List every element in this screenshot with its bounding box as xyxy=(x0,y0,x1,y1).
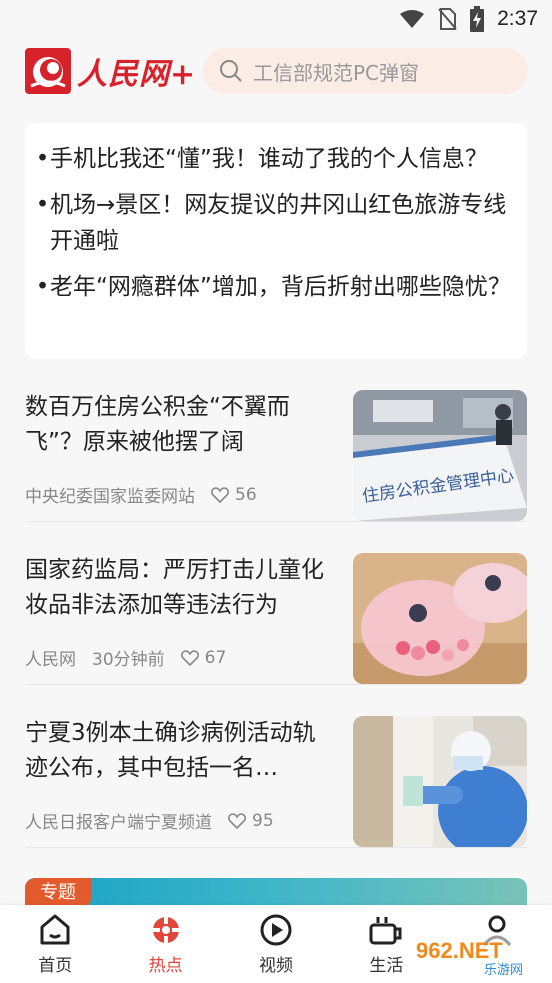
news-thumbnail[interactable]: 住房公积金管理中心 xyxy=(353,390,527,521)
news-source: 人民日报客户端宁夏频道 xyxy=(25,813,212,833)
heart-icon xyxy=(228,812,246,829)
news-source: 人民网 xyxy=(25,650,76,670)
logo-mark-icon xyxy=(25,48,71,94)
like-number: 56 xyxy=(235,484,257,505)
video-icon xyxy=(260,914,292,946)
no-sim-icon xyxy=(438,8,457,30)
hot-topic-item[interactable]: • 老年“网瘾群体”增加，背后折射出哪些隐忧？ xyxy=(35,269,513,305)
news-title: 数百万住房公积金“不翼而飞”？原来被他摆了阔 xyxy=(25,394,290,455)
news-source: 中央纪委国家监委网站 xyxy=(25,487,195,507)
like-number: 67 xyxy=(204,647,227,668)
news-meta: 中央纪委国家监委网站 56 xyxy=(25,482,257,508)
news-meta: 人民网 30分钟前 67 xyxy=(25,645,227,671)
like-number: 95 xyxy=(252,810,274,831)
like-count[interactable]: 95 xyxy=(228,811,274,831)
hot-topic-text: 老年“网瘾群体”增加，背后折射出哪些隐忧？ xyxy=(50,274,511,300)
heart-icon xyxy=(211,486,229,503)
app-header: 人民网+ 工信部规范PC弹窗 xyxy=(0,40,552,110)
news-time: 30分钟前 xyxy=(92,650,165,670)
tab-label: 生活 xyxy=(369,956,404,976)
status-time: 2:37 xyxy=(497,7,538,30)
like-count[interactable]: 56 xyxy=(211,485,257,505)
tab-label: 热点 xyxy=(148,956,183,976)
logo-text: 人民网+ xyxy=(77,57,197,92)
wifi-icon xyxy=(400,10,425,28)
hot-topic-text: 机场→景区！网友提议的井冈山红色旅游专线开通啦 xyxy=(50,192,507,254)
news-meta: 人民日报客户端宁夏频道 95 xyxy=(25,808,274,834)
tab-label: 首页 xyxy=(38,956,73,976)
tab-video[interactable]: 视频 xyxy=(221,905,331,983)
news-item[interactable]: 数百万住房公积金“不翼而飞”？原来被他摆了阔 中央纪委国家监委网站 56 住房公… xyxy=(25,390,527,522)
status-bar: 2:37 xyxy=(0,0,552,40)
bullet: • xyxy=(35,274,50,300)
hot-topic-text: 手机比我还“懂”我！谁动了我的个人信息？ xyxy=(50,146,488,172)
search-bar[interactable]: 工信部规范PC弹窗 xyxy=(203,48,528,94)
site-watermark: 962.NET 乐游网 xyxy=(406,930,546,980)
news-title: 宁夏3例本土确诊病例活动轨迹公布，其中包括一名… xyxy=(25,720,316,781)
heart-icon xyxy=(180,649,199,666)
battery-charging-icon xyxy=(470,6,485,32)
news-thumbnail[interactable] xyxy=(353,553,527,684)
watermark-line2: 乐游网 xyxy=(484,963,523,978)
app-logo[interactable]: 人民网+ xyxy=(25,48,196,94)
home-icon xyxy=(40,914,70,945)
tab-home[interactable]: 首页 xyxy=(0,905,110,983)
news-thumbnail[interactable] xyxy=(353,716,527,847)
topic-tag: 专题 xyxy=(25,878,91,908)
bullet: • xyxy=(35,146,50,172)
hot-topic-item[interactable]: • 手机比我还“懂”我！谁动了我的个人信息？ xyxy=(35,141,513,177)
search-icon xyxy=(220,60,242,82)
tab-label: 视频 xyxy=(259,956,294,976)
watermark-line1: 962.NET xyxy=(416,938,503,963)
news-item[interactable]: 宁夏3例本土确诊病例活动轨迹公布，其中包括一名… 人民日报客户端宁夏频道 95 xyxy=(25,716,527,848)
hot-icon xyxy=(150,915,181,945)
hot-topic-item[interactable]: • 机场→景区！网友提议的井冈山红色旅游专线开通啦 xyxy=(35,187,513,259)
news-title: 国家药监局：严厉打击儿童化妆品非法添加等违法行为 xyxy=(25,557,324,618)
like-count[interactable]: 67 xyxy=(180,647,227,668)
life-icon xyxy=(369,917,402,945)
bullet: • xyxy=(35,192,50,218)
tab-hot[interactable]: 热点 xyxy=(110,905,220,983)
news-item[interactable]: 国家药监局：严厉打击儿童化妆品非法添加等违法行为 人民网 30分钟前 67 xyxy=(25,553,527,685)
search-placeholder: 工信部规范PC弹窗 xyxy=(253,60,420,85)
hot-topics-card: • 手机比我还“懂”我！谁动了我的个人信息？ • 机场→景区！网友提议的井冈山红… xyxy=(25,123,527,359)
